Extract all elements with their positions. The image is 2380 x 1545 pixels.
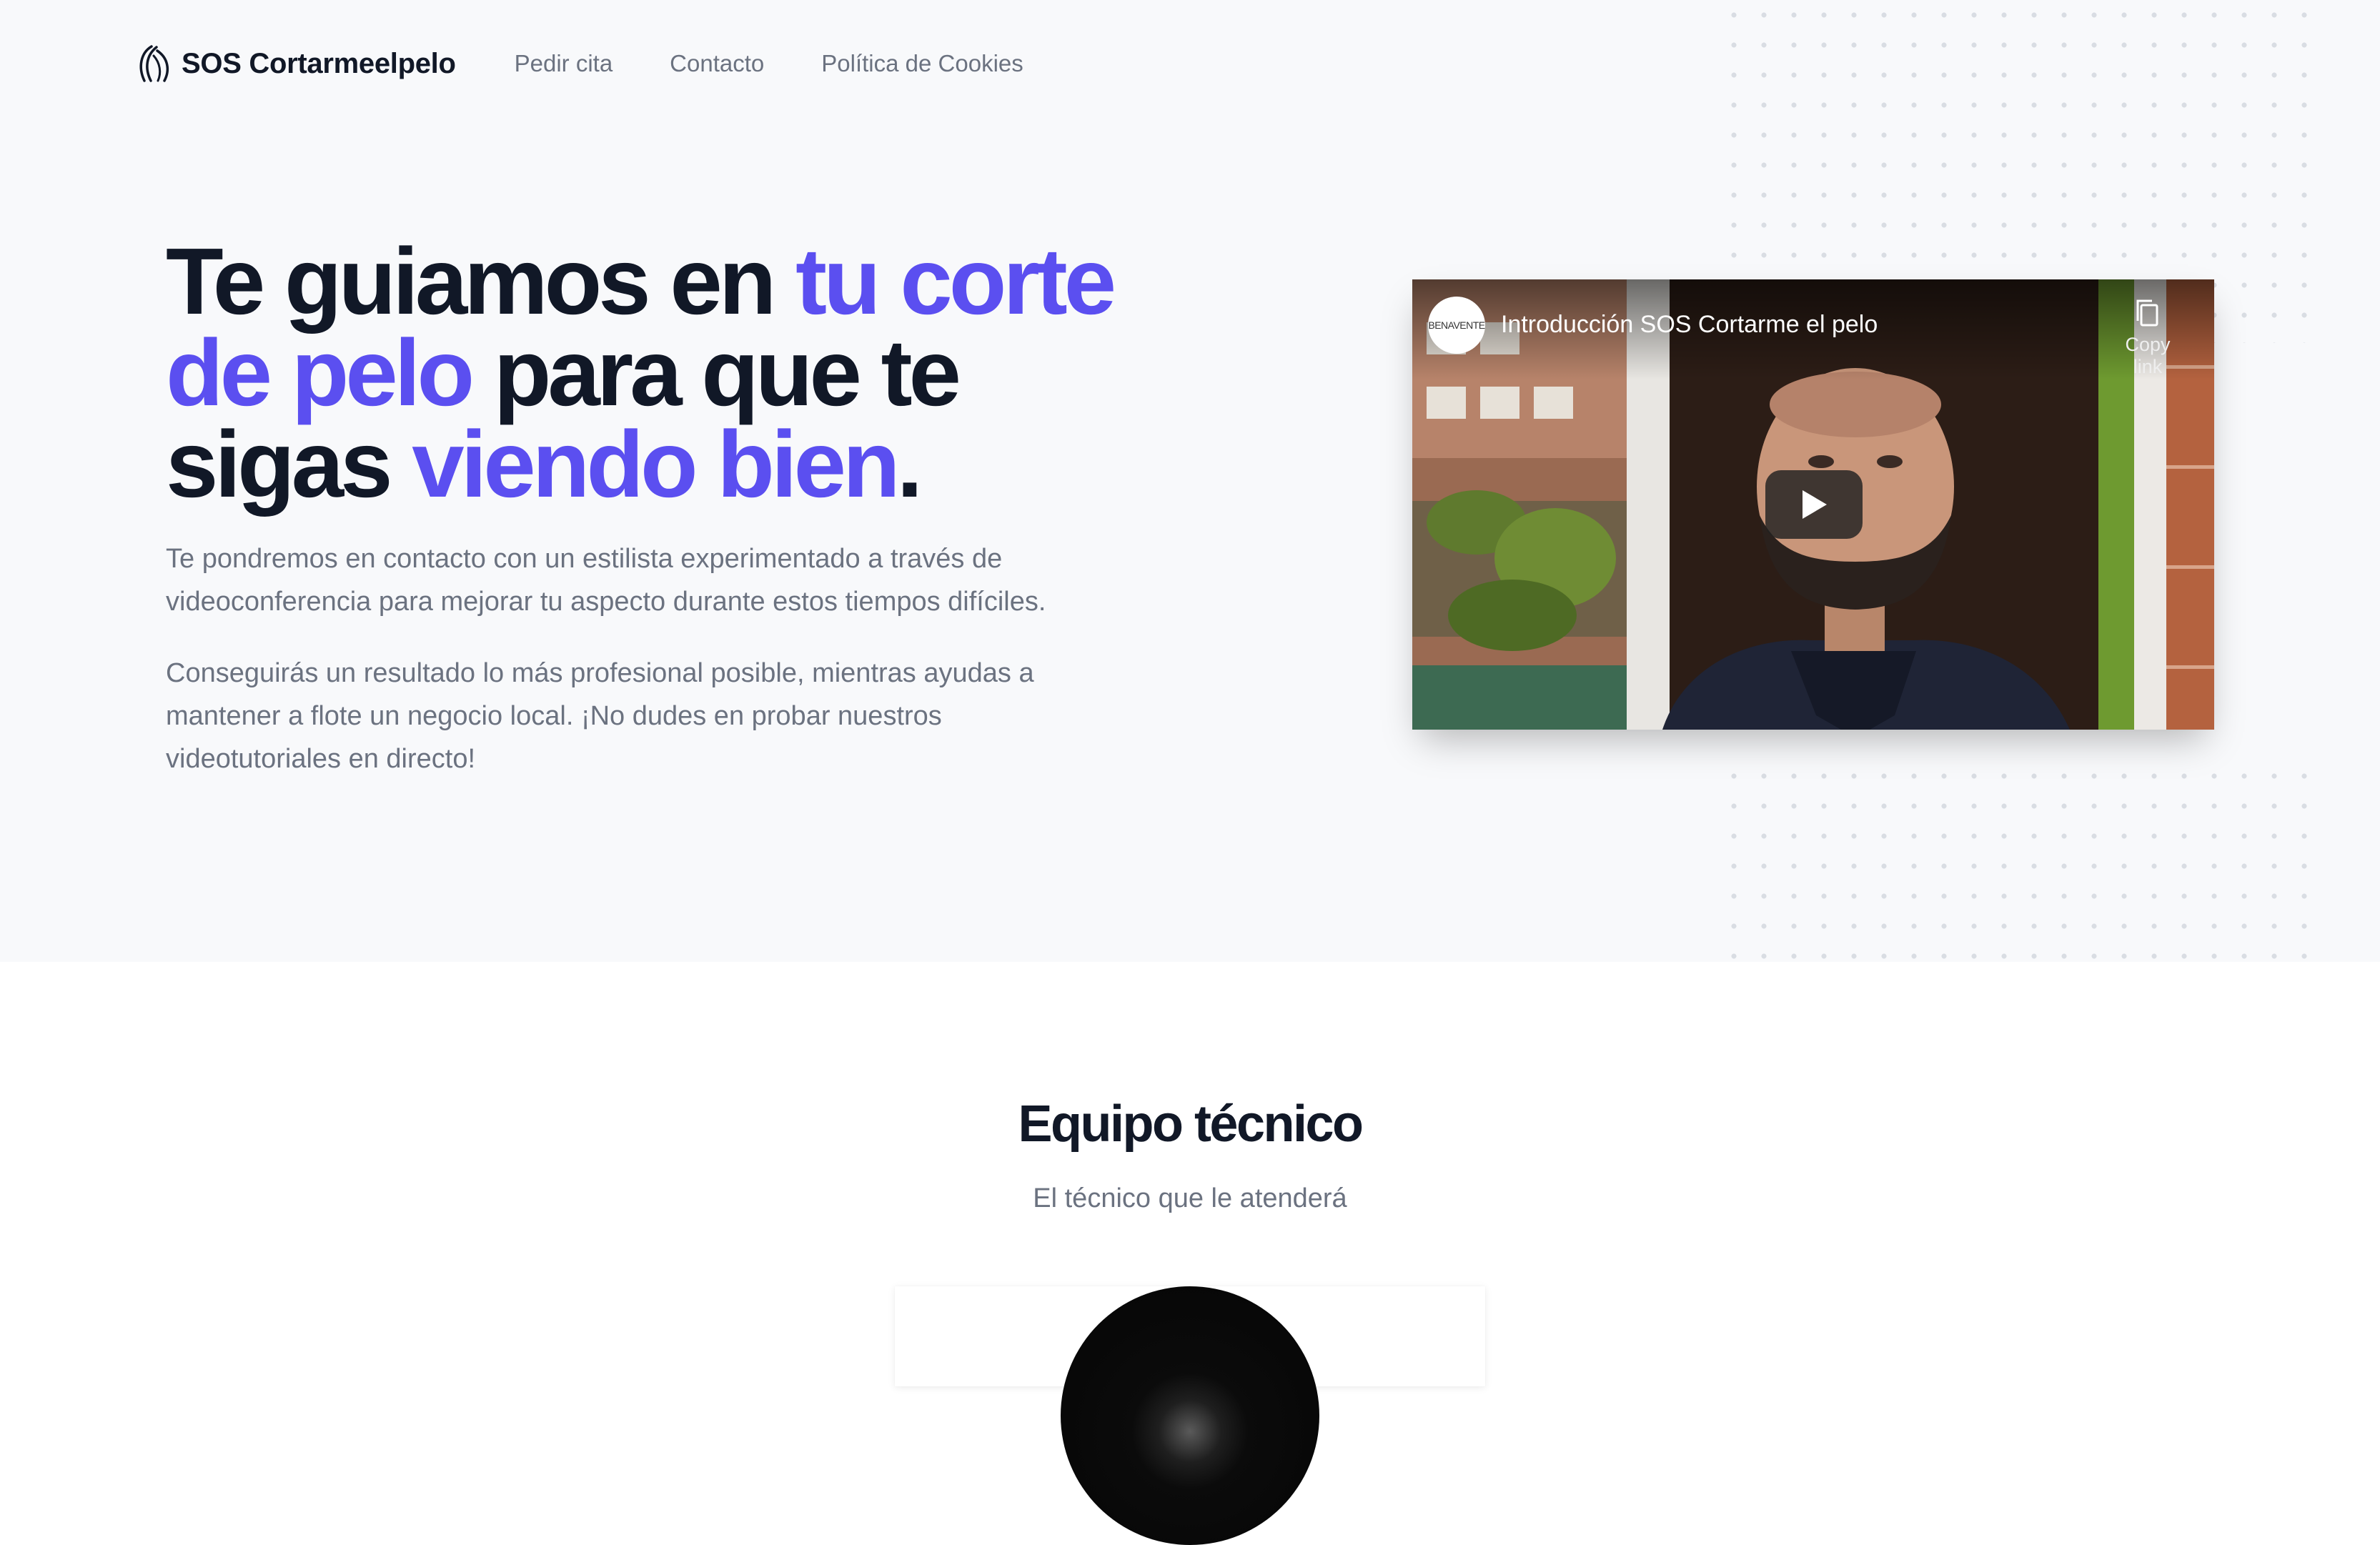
team-section-subtitle: El técnico que le atenderá (1033, 1183, 1347, 1213)
nav-links: Pedir cita Contacto Política de Cookies (515, 50, 1081, 77)
team-member-card (895, 1286, 1485, 1545)
hero-headline: Te guiamos en tu corte de pelo para que … (166, 234, 1181, 512)
video-title-link[interactable]: Introducción SOS Cortarme el pelo (1501, 311, 1878, 339)
copy-link-button[interactable]: Copy link (2108, 297, 2187, 378)
team-section-title: Equipo técnico (1018, 1096, 1364, 1153)
dot-pattern-decoration (1719, 761, 2319, 962)
nav-link-politica-cookies[interactable]: Política de Cookies (821, 50, 1023, 77)
hair-strands-icon (139, 45, 169, 82)
brand-name: SOS Cortarmeelpelo (182, 47, 456, 79)
team-member-photo (1061, 1286, 1319, 1545)
channel-avatar[interactable]: BENAVENTE (1428, 297, 1485, 354)
copy-link-label: Copy link (2125, 334, 2171, 377)
nav-link-contacto[interactable]: Contacto (670, 50, 764, 77)
headline-period: . (896, 412, 923, 517)
nav-link-pedir-cita[interactable]: Pedir cita (515, 50, 613, 77)
headline-text: Te guiamos en (166, 229, 796, 334)
hero-description-secondary: Conseguirás un resultado lo más profesio… (166, 658, 1034, 774)
play-icon (1803, 490, 1827, 519)
hero-section: SOS Cortarmeelpelo Pedir cita Contacto P… (0, 0, 2380, 962)
main-navigation: SOS Cortarmeelpelo Pedir cita Contacto P… (136, 44, 1081, 83)
brand-logo-link[interactable]: SOS Cortarmeelpelo (136, 44, 456, 83)
copy-icon (2136, 299, 2158, 327)
play-button[interactable] (1765, 470, 1863, 539)
hero-description: Te pondremos en contacto con un estilist… (166, 544, 1046, 617)
headline-accent-text: viendo bien (412, 412, 900, 517)
video-embed[interactable]: BENAVENTE Introducción SOS Cortarme el p… (1412, 279, 2214, 730)
